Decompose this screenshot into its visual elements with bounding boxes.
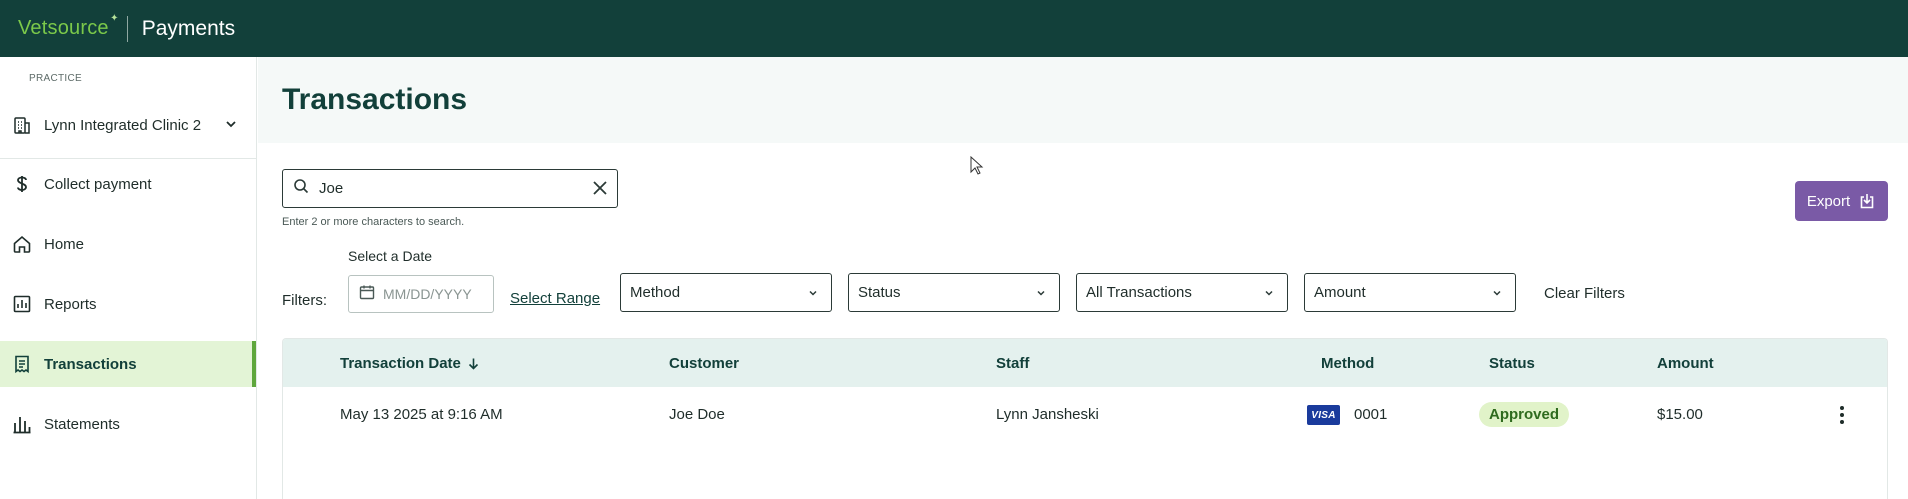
sidebar-item-reports[interactable]: Reports xyxy=(0,281,256,327)
reports-icon xyxy=(12,294,32,314)
status-badge: Approved xyxy=(1479,402,1570,427)
sidebar-item-label: Reports xyxy=(44,295,97,313)
cell-customer: Joe Doe xyxy=(669,406,725,423)
column-header-staff: Staff xyxy=(996,355,1030,372)
status-filter-value: Status xyxy=(858,284,901,301)
search-input[interactable] xyxy=(319,180,579,197)
receipt-icon xyxy=(12,354,32,374)
cell-amount: $15.00 xyxy=(1657,406,1703,423)
page-title: Transactions xyxy=(282,83,468,116)
column-label: Transaction Date xyxy=(340,355,461,372)
download-icon xyxy=(1860,194,1874,209)
search-hint: Enter 2 or more characters to search. xyxy=(282,216,465,228)
sidebar: PRACTICE Lynn Integrated Clinic 2 Collec… xyxy=(0,57,257,499)
sidebar-item-label: Collect payment xyxy=(44,175,152,193)
column-header-method: Method xyxy=(1321,355,1375,372)
cell-staff: Lynn Jansheski xyxy=(996,406,1099,423)
transactions-filter-value: All Transactions xyxy=(1086,284,1192,301)
building-icon xyxy=(12,115,32,135)
table-header: Transaction Date Customer Staff Method S… xyxy=(283,339,1887,387)
clear-filters-button[interactable]: Clear Filters xyxy=(1544,285,1625,302)
chevron-down-icon xyxy=(224,117,238,136)
sidebar-item-label: Statements xyxy=(44,415,120,433)
amount-filter[interactable]: Amount xyxy=(1304,273,1516,312)
column-header-status: Status xyxy=(1489,355,1535,372)
transactions-table: Transaction Date Customer Staff Method S… xyxy=(282,338,1888,499)
transactions-filter[interactable]: All Transactions xyxy=(1076,273,1288,312)
filters-label: Filters: xyxy=(282,292,327,309)
export-button[interactable]: Export xyxy=(1795,181,1888,221)
chevron-down-icon xyxy=(1035,286,1047,303)
date-input[interactable] xyxy=(383,286,483,302)
amount-filter-value: Amount xyxy=(1314,284,1366,301)
date-label: Select a Date xyxy=(348,248,433,264)
column-header-amount: Amount xyxy=(1657,355,1714,372)
chevron-down-icon xyxy=(807,286,819,303)
column-header-date[interactable]: Transaction Date xyxy=(340,355,480,372)
title-band: Transactions xyxy=(258,57,1908,143)
sidebar-item-statements[interactable]: Statements xyxy=(0,401,256,447)
main-content: Transactions Enter 2 or more characters … xyxy=(258,57,1908,499)
mouse-cursor-icon xyxy=(970,155,984,181)
visa-card-icon: VISA xyxy=(1307,405,1340,425)
practice-name: Lynn Integrated Clinic 2 xyxy=(44,116,202,134)
sidebar-item-transactions[interactable]: Transactions xyxy=(0,341,256,387)
top-bar: Vetsource ✦ Payments xyxy=(0,0,1908,57)
table-row[interactable]: May 13 2025 at 9:16 AM Joe Doe Lynn Jans… xyxy=(283,387,1887,443)
method-filter-value: Method xyxy=(630,284,681,301)
search-box[interactable] xyxy=(282,169,618,208)
cell-date: May 13 2025 at 9:16 AM xyxy=(340,406,503,423)
dollar-icon xyxy=(12,174,32,194)
sidebar-item-home[interactable]: Home xyxy=(0,221,256,267)
home-icon xyxy=(12,234,32,254)
column-header-customer: Customer xyxy=(669,355,740,372)
chevron-down-icon xyxy=(1263,286,1275,303)
method-filter[interactable]: Method xyxy=(620,273,832,312)
app-name: Payments xyxy=(141,16,236,40)
brand-logo[interactable]: Vetsource ✦ xyxy=(18,13,119,40)
sidebar-divider xyxy=(0,158,256,159)
brand-name: Vetsource xyxy=(18,17,109,39)
select-range-link[interactable]: Select Range xyxy=(510,290,600,307)
cell-card-last4: 0001 xyxy=(1354,406,1388,423)
close-icon[interactable] xyxy=(591,179,609,202)
practice-label: PRACTICE xyxy=(29,73,82,84)
export-label: Export xyxy=(1806,192,1851,210)
search-icon xyxy=(293,178,309,199)
practice-selector[interactable]: Lynn Integrated Clinic 2 xyxy=(0,103,256,147)
sidebar-item-label: Transactions xyxy=(44,355,137,373)
bar-chart-icon xyxy=(12,414,32,434)
sparkle-icon: ✦ xyxy=(110,13,119,24)
status-filter[interactable]: Status xyxy=(848,273,1060,312)
brand-divider xyxy=(126,15,128,42)
sidebar-item-label: Home xyxy=(44,235,85,253)
chevron-down-icon xyxy=(1491,286,1503,303)
calendar-icon xyxy=(359,284,375,305)
date-field[interactable] xyxy=(348,275,494,313)
arrow-down-icon xyxy=(468,358,478,370)
sidebar-item-collect-payment[interactable]: Collect payment xyxy=(0,161,256,207)
more-options-icon[interactable] xyxy=(1832,403,1852,427)
